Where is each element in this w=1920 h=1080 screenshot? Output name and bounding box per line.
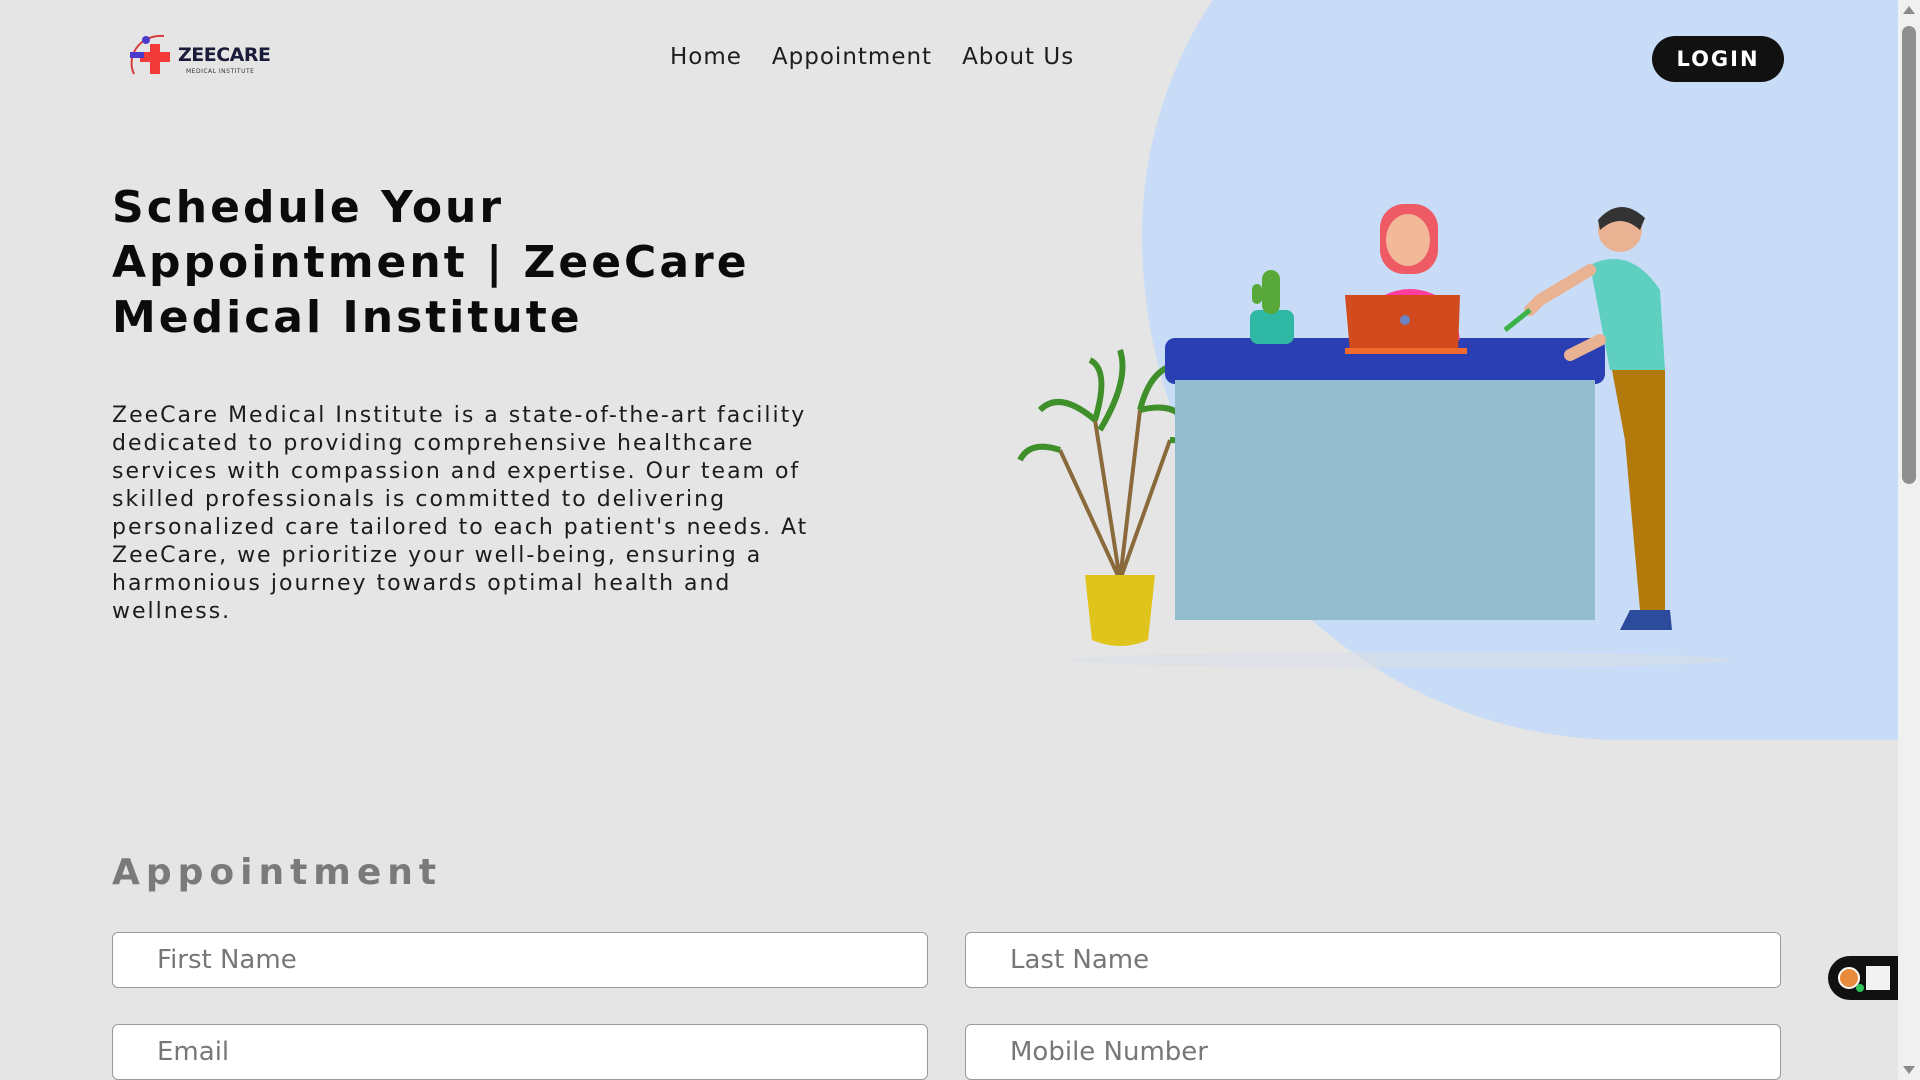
hero-title: Schedule Your Appointment | ZeeCare Medi… — [112, 182, 750, 343]
hero-description: ZeeCare Medical Institute is a state-of-… — [112, 403, 809, 624]
brand-logo[interactable]: ZEECARE MEDICAL INSTITUTE — [124, 28, 272, 88]
scrollbar-thumb[interactable] — [1902, 26, 1916, 484]
email-input[interactable] — [112, 1024, 928, 1080]
vertical-scrollbar[interactable] — [1898, 0, 1920, 1080]
online-status-icon — [1856, 984, 1864, 992]
appointment-heading: Appointment — [112, 852, 443, 893]
brand-name: ZEECARE — [178, 44, 271, 66]
cactus-icon — [1250, 270, 1294, 344]
brand-subtitle: MEDICAL INSTITUTE — [186, 68, 255, 75]
main-nav: Home Appointment About Us — [670, 44, 1074, 70]
page: ZEECARE MEDICAL INSTITUTE Home Appointme… — [0, 0, 1898, 1080]
nav-appointment[interactable]: Appointment — [772, 44, 932, 70]
scroll-down-arrow-icon[interactable] — [1903, 1066, 1915, 1074]
mobile-number-input[interactable] — [965, 1024, 1781, 1080]
scroll-up-arrow-icon[interactable] — [1903, 6, 1915, 14]
medical-cross-logo-icon — [130, 34, 170, 75]
floating-assistant-widget[interactable] — [1828, 956, 1898, 1000]
widget-toggle-icon — [1866, 966, 1890, 990]
nav-home[interactable]: Home — [670, 44, 742, 70]
reception-desk-illustration — [1017, 204, 1730, 668]
last-name-input[interactable] — [965, 932, 1781, 988]
login-button[interactable]: LOGIN — [1652, 36, 1784, 82]
first-name-input[interactable] — [112, 932, 928, 988]
nav-about-us[interactable]: About Us — [962, 44, 1074, 70]
